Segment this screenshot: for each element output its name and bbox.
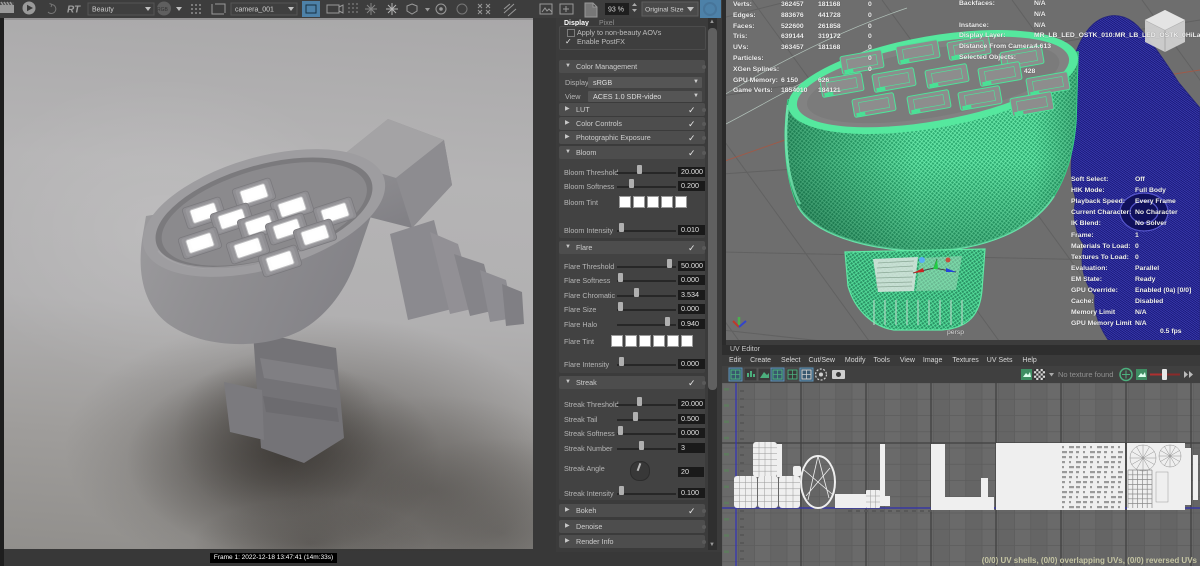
- svg-text:camera_001: camera_001: [235, 7, 274, 14]
- svg-text:(0/0) UV shells, (0/0) overlap: (0/0) UV shells, (0/0) overlapping UVs, …: [982, 556, 1198, 565]
- svg-text:RGB: RGB: [157, 7, 169, 13]
- svg-text:Beauty: Beauty: [92, 7, 114, 14]
- svg-text:93 %: 93 %: [608, 7, 624, 14]
- svg-text:Original Size: Original Size: [645, 7, 684, 14]
- svg-text:RT: RT: [67, 5, 81, 16]
